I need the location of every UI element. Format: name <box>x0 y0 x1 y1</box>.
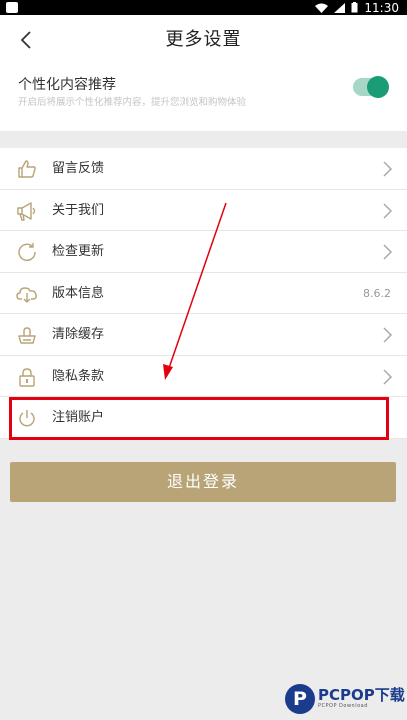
highlight-box <box>9 397 389 440</box>
megaphone-icon <box>16 200 38 222</box>
clean-icon <box>16 324 38 346</box>
watermark-sub: PCPOP Download <box>318 703 368 709</box>
personalization-description: 开启后将展示个性化推荐内容，提升您浏览和购物体验 <box>18 97 247 108</box>
menu-item-label: 留言反馈 <box>52 161 105 176</box>
watermark-brand: PCPOP下载 <box>318 686 405 704</box>
chevron-right-icon <box>383 368 393 385</box>
lock-icon <box>16 366 38 388</box>
chevron-right-icon <box>383 202 393 219</box>
battery-icon <box>351 2 358 13</box>
menu-item-label: 检查更新 <box>52 244 105 259</box>
menu-item-label: 关于我们 <box>52 202 105 218</box>
chevron-right-icon <box>383 161 393 177</box>
signal-icon <box>334 2 346 13</box>
menu-item-privacy[interactable]: 隐私条款 <box>0 356 407 397</box>
page-title: 更多设置 <box>165 29 242 50</box>
notification-icon <box>6 2 18 13</box>
menu-item-label: 版本信息 <box>52 285 105 301</box>
wifi-icon <box>315 3 329 13</box>
menu-item-version[interactable]: 版本信息 8.6.2 <box>0 273 407 314</box>
header: 更多设置 <box>0 15 407 65</box>
menu-item-about[interactable]: 关于我们 <box>0 190 407 231</box>
pcpop-logo: P <box>285 684 315 714</box>
settings-menu: 留言反馈 关于我们 检查更新 版本信息 8.6.2 清除缓存 隐私条款 注销账户 <box>0 148 407 439</box>
cloud-icon <box>16 283 38 305</box>
menu-item-clear-cache[interactable]: 清除缓存 <box>0 314 407 356</box>
watermark: P PCPOP下载 PCPOP Download <box>285 682 405 716</box>
personalization-toggle[interactable] <box>353 76 389 98</box>
refresh-icon <box>16 241 38 263</box>
menu-item-check-update[interactable]: 检查更新 <box>0 231 407 273</box>
thumbs-up-icon <box>16 158 38 180</box>
menu-item-label: 隐私条款 <box>52 368 105 384</box>
status-time: 11:30 <box>364 0 399 15</box>
chevron-right-icon <box>383 327 393 343</box>
menu-item-feedback[interactable]: 留言反馈 <box>0 148 407 190</box>
personalization-label: 个性化内容推荐 <box>18 77 116 93</box>
personalization-section: 个性化内容推荐 开启后将展示个性化推荐内容，提升您浏览和购物体验 <box>0 65 407 131</box>
logout-button[interactable]: 退出登录 <box>10 462 396 502</box>
version-value: 8.6.2 <box>363 286 391 300</box>
status-bar: 11:30 <box>0 0 407 15</box>
chevron-right-icon <box>383 244 393 260</box>
toggle-knob <box>367 76 389 98</box>
menu-item-label: 清除缓存 <box>52 327 105 342</box>
